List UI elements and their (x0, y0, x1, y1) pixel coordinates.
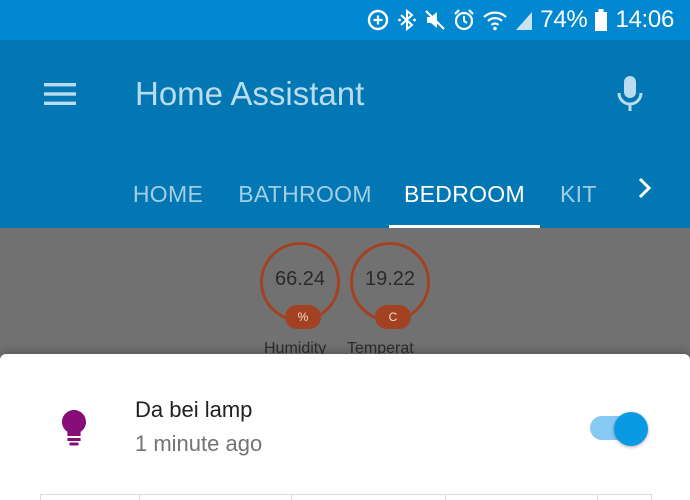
last-changed: 1 minute ago (135, 431, 263, 456)
badge-value: 66.24 (274, 268, 326, 290)
mute-icon (425, 10, 446, 30)
chevron-right-icon[interactable] (632, 176, 656, 200)
bluetooth-icon (398, 8, 417, 32)
app-title: Home Assistant (135, 75, 365, 112)
temperature-badge[interactable]: 19.22 C (350, 242, 430, 329)
entity-name: Da bei lamp (135, 397, 253, 422)
battery-icon (595, 9, 608, 31)
badge-unit: C (375, 305, 411, 329)
lightbulb-icon (62, 410, 86, 446)
light-toggle[interactable] (590, 412, 650, 446)
alarm-icon (454, 9, 475, 31)
signal-icon (516, 12, 533, 30)
toggle-thumb (614, 412, 648, 446)
status-icons: 74% 14:06 (366, 6, 674, 34)
tab-home[interactable]: HOME (118, 160, 218, 228)
data-saver-icon (368, 9, 389, 31)
wifi-icon (483, 11, 508, 31)
status-time: 14:06 (615, 6, 674, 33)
tab-kitchen[interactable]: KIT (540, 160, 602, 228)
humidity-badge[interactable]: 66.24 % (260, 242, 340, 329)
status-bar: 74% 14:06 (0, 0, 690, 40)
battery-percent: 74% (540, 6, 588, 33)
microphone-icon[interactable] (616, 75, 644, 113)
view-tabs: HOME BATHROOM BEDROOM KIT (0, 160, 690, 228)
tab-bedroom[interactable]: BEDROOM (389, 160, 540, 228)
tab-bathroom[interactable]: BATHROOM (222, 160, 388, 228)
badge-unit: % (285, 305, 321, 329)
more-info-dialog: Da bei lamp 1 minute ago (0, 354, 690, 500)
dialog-tabs-outline (40, 494, 652, 500)
menu-icon[interactable] (44, 82, 76, 106)
badge-value: 19.22 (364, 268, 416, 290)
